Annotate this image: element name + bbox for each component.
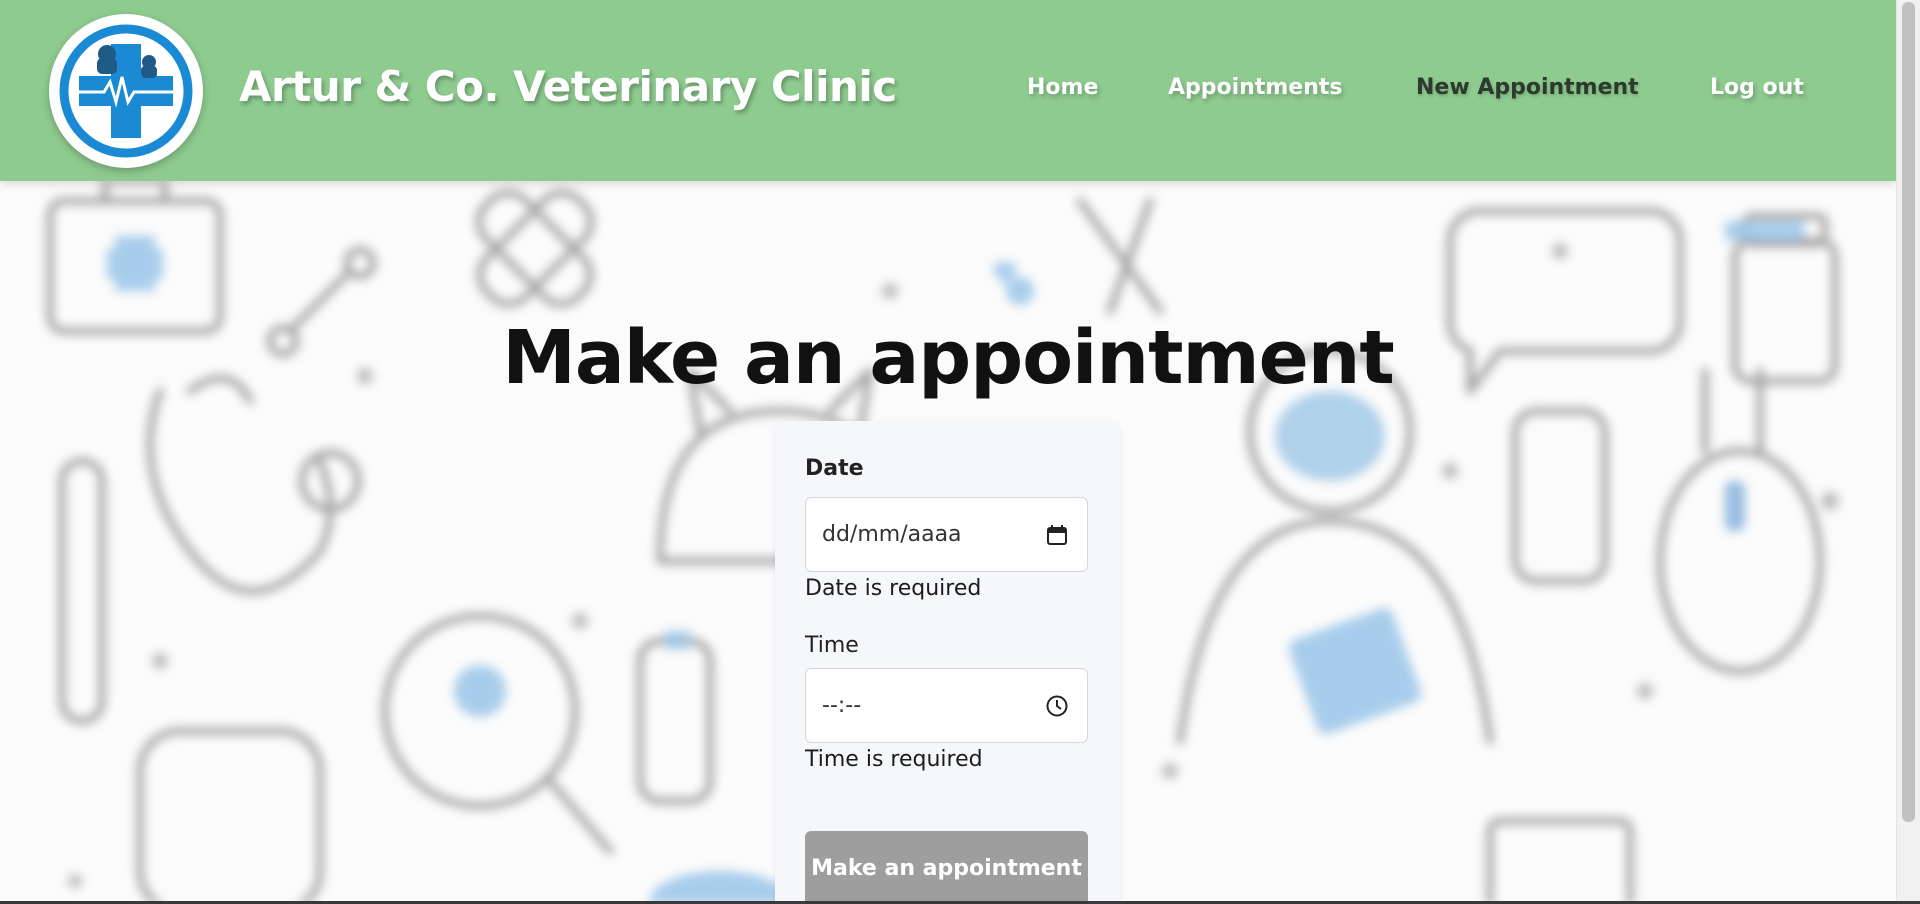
page-scrollbar[interactable] bbox=[1896, 0, 1920, 904]
time-label: Time bbox=[805, 633, 859, 658]
time-input[interactable]: --:-- bbox=[805, 668, 1088, 743]
clock-icon[interactable] bbox=[1045, 694, 1069, 718]
scrollbar-thumb[interactable] bbox=[1902, 2, 1915, 822]
make-appointment-button[interactable]: Make an appointment bbox=[805, 831, 1088, 904]
viewport: Artur & Co. Veterinary Clinic Home Appoi… bbox=[0, 0, 1896, 904]
date-error: Date is required bbox=[805, 576, 982, 601]
clinic-logo[interactable] bbox=[49, 14, 203, 168]
site-header: Artur & Co. Veterinary Clinic Home Appoi… bbox=[0, 0, 1896, 181]
nav-appointments[interactable]: Appointments bbox=[1168, 75, 1342, 100]
brand-title: Artur & Co. Veterinary Clinic bbox=[239, 62, 897, 111]
appointment-form: Date dd/mm/aaaa Date is required Time --… bbox=[775, 421, 1120, 904]
date-label: Date bbox=[805, 456, 864, 481]
time-placeholder: --:-- bbox=[822, 693, 862, 718]
date-placeholder: dd/mm/aaaa bbox=[822, 522, 962, 547]
clinic-logo-icon bbox=[56, 21, 196, 161]
nav-home[interactable]: Home bbox=[1027, 75, 1098, 100]
nav-new-appointment[interactable]: New Appointment bbox=[1416, 75, 1639, 100]
nav-log-out[interactable]: Log out bbox=[1710, 75, 1804, 100]
date-input[interactable]: dd/mm/aaaa bbox=[805, 497, 1088, 572]
page-title: Make an appointment bbox=[502, 315, 1395, 401]
time-error: Time is required bbox=[805, 747, 983, 772]
calendar-icon[interactable] bbox=[1045, 523, 1069, 547]
